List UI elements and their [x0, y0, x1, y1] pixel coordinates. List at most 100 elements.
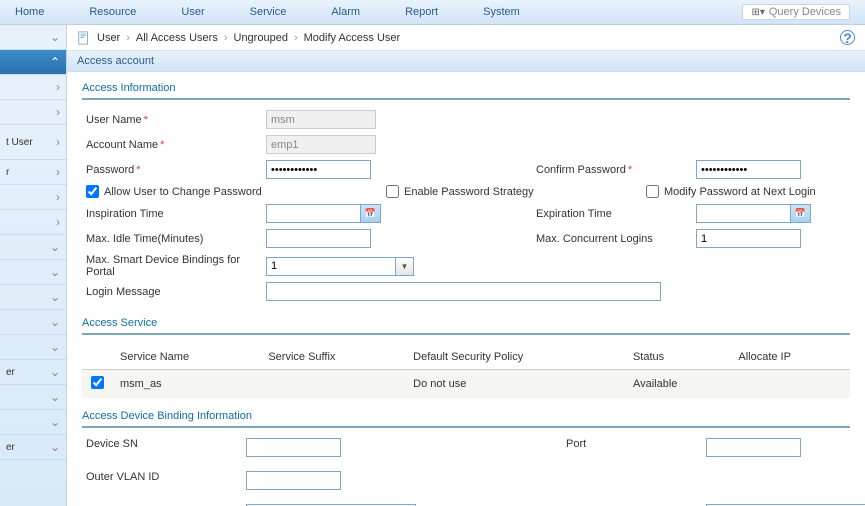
sidebar-row[interactable]: ⌄	[0, 260, 66, 285]
calendar-icon[interactable]: 📅	[791, 204, 811, 223]
modify-next-login-label: Modify Password at Next Login	[664, 186, 816, 198]
password-input[interactable]	[266, 160, 371, 179]
enable-strategy-checkbox[interactable]	[386, 185, 399, 198]
cell-status: Available	[625, 370, 730, 399]
menu-service[interactable]: Service	[250, 6, 287, 18]
sidebar-row[interactable]: ⌄	[0, 335, 66, 360]
chevron-down-icon: ⌄	[50, 315, 60, 329]
chevron-down-icon: ⌄	[50, 240, 60, 254]
allow-change-label: Allow User to Change Password	[104, 186, 262, 198]
user-name-label: User Name*	[86, 114, 266, 126]
chevron-down-icon: ⌄	[50, 415, 60, 429]
col-service-suffix: Service Suffix	[260, 345, 405, 370]
cell-service-name: msm_as	[112, 370, 260, 399]
max-smart-label: Max. Smart Device Bindings for Portal	[86, 254, 266, 278]
max-concurrent-input[interactable]	[696, 229, 801, 248]
sidebar-row[interactable]: t User›	[0, 125, 66, 160]
cell-service-suffix	[260, 370, 405, 399]
menu-user[interactable]: User	[181, 6, 204, 18]
enable-strategy-label: Enable Password Strategy	[404, 186, 534, 198]
port-input[interactable]	[706, 438, 801, 457]
chevron-right-icon: ›	[56, 135, 60, 149]
max-idle-input[interactable]	[266, 229, 371, 248]
service-row-checkbox[interactable]	[91, 376, 104, 389]
modify-next-login-checkbox[interactable]	[646, 185, 659, 198]
tree-icon: ⊞▾	[751, 7, 764, 18]
menu-resource[interactable]: Resource	[89, 6, 136, 18]
breadcrumb-sep: ›	[224, 32, 228, 44]
chevron-up-icon: ⌃	[50, 55, 60, 69]
sidebar-row[interactable]: ›	[0, 75, 66, 100]
expiration-input[interactable]	[696, 204, 791, 223]
section-title: Access Information	[82, 78, 850, 100]
chevron-down-icon: ⌄	[50, 30, 60, 44]
breadcrumb-item[interactable]: Ungrouped	[234, 32, 288, 44]
col-status: Status	[625, 345, 730, 370]
chevron-down-icon: ⌄	[50, 390, 60, 404]
section-title: Access Device Binding Information	[82, 406, 850, 428]
col-service-name: Service Name	[112, 345, 260, 370]
inspiration-label: Inspiration Time	[86, 208, 266, 220]
sidebar-row[interactable]: ⌄	[0, 235, 66, 260]
chevron-right-icon: ›	[56, 80, 60, 94]
calendar-icon[interactable]: 📅	[361, 204, 381, 223]
sidebar-row[interactable]: ›	[0, 185, 66, 210]
chevron-down-icon: ⌄	[50, 290, 60, 304]
menu-report[interactable]: Report	[405, 6, 438, 18]
sidebar-row[interactable]: ⌄	[0, 410, 66, 435]
content-area: User › All Access Users › Ungrouped › Mo…	[67, 25, 865, 506]
password-label: Password*	[86, 164, 266, 176]
menu-home[interactable]: Home	[15, 6, 44, 18]
sidebar-row[interactable]: ⌄	[0, 310, 66, 335]
device-sn-input[interactable]	[246, 438, 341, 457]
sidebar-row[interactable]: ⌄	[0, 25, 66, 50]
max-concurrent-label: Max. Concurrent Logins	[536, 233, 696, 245]
menu-system[interactable]: System	[483, 6, 520, 18]
outer-vlan-input[interactable]	[246, 471, 341, 490]
dropdown-arrow-icon[interactable]: ▼	[396, 257, 414, 276]
sidebar-row[interactable]: ⌃	[0, 50, 66, 75]
chevron-right-icon: ›	[56, 105, 60, 119]
chevron-down-icon: ⌄	[50, 340, 60, 354]
table-row[interactable]: msm_as Do not use Available	[82, 370, 850, 399]
login-msg-label: Login Message	[86, 286, 266, 298]
sidebar-row[interactable]: ⌄	[0, 285, 66, 310]
sidebar-row[interactable]: er⌄	[0, 435, 66, 460]
query-devices-box[interactable]: ⊞▾ Query Devices	[742, 4, 850, 20]
chevron-right-icon: ›	[56, 165, 60, 179]
breadcrumb-item[interactable]: User	[97, 32, 120, 44]
login-msg-input[interactable]	[266, 282, 661, 301]
col-security-policy: Default Security Policy	[405, 345, 625, 370]
chevron-down-icon: ⌄	[50, 365, 60, 379]
help-icon[interactable]: ?	[840, 30, 855, 45]
port-label: Port	[566, 438, 706, 450]
outer-vlan-label: Outer VLAN ID	[86, 471, 246, 483]
breadcrumb: User › All Access Users › Ungrouped › Mo…	[67, 25, 865, 51]
chevron-down-icon: ⌄	[50, 440, 60, 454]
sidebar-row[interactable]: er⌄	[0, 360, 66, 385]
cell-security-policy: Do not use	[405, 370, 625, 399]
confirm-password-input[interactable]	[696, 160, 801, 179]
service-table: Service Name Service Suffix Default Secu…	[82, 345, 850, 398]
max-smart-input[interactable]	[266, 257, 396, 276]
section-access-service: Access Service Service Name Service Suff…	[67, 307, 865, 400]
confirm-password-label: Confirm Password*	[536, 164, 696, 176]
chevron-right-icon: ›	[56, 215, 60, 229]
device-sn-label: Device SN	[86, 438, 246, 450]
account-header: Access account	[67, 51, 865, 72]
breadcrumb-sep: ›	[294, 32, 298, 44]
sidebar-row[interactable]: ⌄	[0, 385, 66, 410]
inspiration-input[interactable]	[266, 204, 361, 223]
sidebar-row[interactable]: ›	[0, 100, 66, 125]
top-menu-bar: Home Resource User Service Alarm Report …	[0, 0, 865, 25]
sidebar-row[interactable]: ›	[0, 210, 66, 235]
account-name-input	[266, 135, 376, 154]
sidebar-row[interactable]: r›	[0, 160, 66, 185]
breadcrumb-item[interactable]: All Access Users	[136, 32, 218, 44]
account-name-label: Account Name*	[86, 139, 266, 151]
page-icon	[77, 31, 91, 45]
allow-change-checkbox[interactable]	[86, 185, 99, 198]
breadcrumb-sep: ›	[126, 32, 130, 44]
user-name-input	[266, 110, 376, 129]
menu-alarm[interactable]: Alarm	[331, 6, 360, 18]
